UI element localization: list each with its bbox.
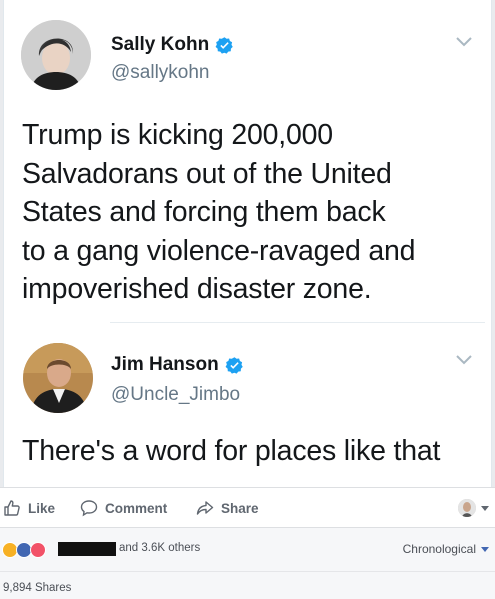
thumbs-up-icon bbox=[4, 500, 20, 516]
tweet-text-line: States and forcing them back bbox=[22, 196, 386, 228]
reactions-count[interactable]: and 3.6K others bbox=[119, 542, 200, 554]
love-reaction-icon bbox=[30, 542, 46, 558]
share-arrow-icon bbox=[196, 501, 214, 515]
tweet-text: There's a word for places like that bbox=[22, 435, 441, 467]
tweet-text-line: impoverished disaster zone. bbox=[22, 273, 372, 305]
sort-selector[interactable]: Chronological bbox=[403, 542, 489, 556]
verified-badge-icon bbox=[225, 356, 243, 374]
comment-button[interactable]: Comment bbox=[80, 488, 167, 528]
tweet-card: Sally Kohn @sallykohn Trump is kicking 2… bbox=[4, 0, 491, 322]
chevron-down-icon[interactable] bbox=[455, 36, 473, 48]
author-handle[interactable]: @sallykohn bbox=[111, 62, 210, 84]
redacted-name bbox=[58, 542, 116, 556]
tweet-text-line: to a gang violence-ravaged and bbox=[22, 234, 416, 267]
shares-count[interactable]: 9,894 Shares bbox=[3, 582, 71, 594]
author-name[interactable]: Sally Kohn bbox=[111, 34, 209, 56]
sort-label: Chronological bbox=[402, 542, 476, 556]
like-button[interactable]: Like bbox=[3, 488, 55, 528]
tweet-screenshot-image: Sally Kohn @sallykohn Trump is kicking 2… bbox=[3, 0, 492, 487]
like-label: Like bbox=[28, 500, 56, 516]
share-button[interactable]: Share bbox=[196, 488, 259, 528]
avatar bbox=[23, 343, 93, 413]
tweet-text-line: Trump is kicking 200,000 bbox=[22, 119, 333, 151]
author-handle[interactable]: @Uncle_Jimbo bbox=[111, 384, 240, 406]
chevron-down-icon bbox=[481, 505, 489, 511]
post-action-bar: Like Comment Share bbox=[0, 487, 495, 527]
viewer-avatar bbox=[458, 499, 476, 517]
shares-bar: 9,894 Shares bbox=[0, 571, 495, 599]
avatar bbox=[21, 20, 91, 90]
reactions-bar: and 3.6K others Chronological bbox=[0, 527, 495, 571]
tweet-card: Jim Hanson @Uncle_Jimbo There's a word f… bbox=[4, 322, 491, 487]
comment-label: Comment bbox=[105, 500, 168, 516]
post-as-selector[interactable] bbox=[458, 499, 489, 517]
chevron-down-icon bbox=[481, 546, 489, 552]
share-label: Share bbox=[221, 500, 259, 516]
chevron-down-icon[interactable] bbox=[455, 354, 473, 366]
comment-bubble-icon bbox=[80, 500, 98, 517]
verified-badge-icon bbox=[215, 36, 233, 54]
tweet-text-line: Salvadorans out of the United bbox=[22, 157, 392, 190]
reaction-icons[interactable] bbox=[2, 542, 46, 558]
author-name[interactable]: Jim Hanson bbox=[111, 354, 219, 376]
tweet-text: Trump is kicking 200,000 Salvadorans out… bbox=[22, 116, 477, 309]
